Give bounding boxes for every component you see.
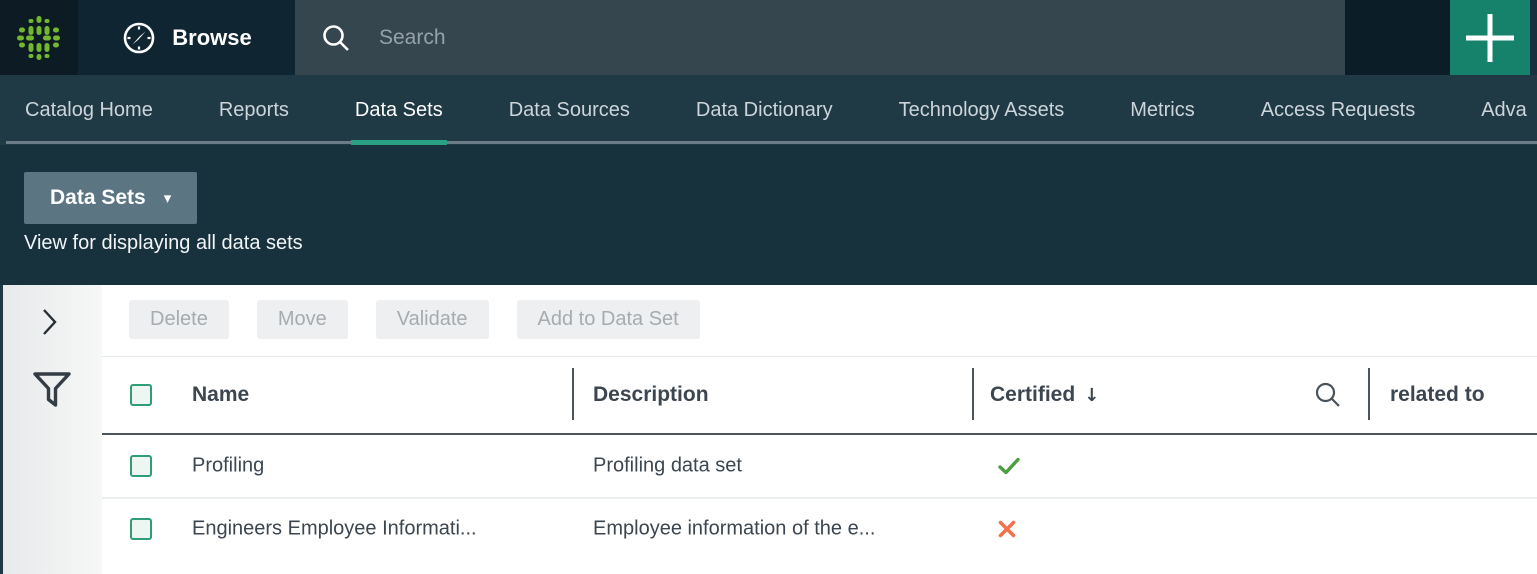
plus-icon xyxy=(1462,10,1518,66)
row-checkbox[interactable] xyxy=(130,518,152,540)
dataset-description: Employee information of the e... xyxy=(593,518,875,541)
bulk-actions-toolbar: Delete Move Validate Add to Data Set xyxy=(129,300,700,339)
delete-button[interactable]: Delete xyxy=(129,300,229,339)
content-area: Delete Move Validate Add to Data Set Nam… xyxy=(0,285,1537,574)
global-search-bar[interactable] xyxy=(295,0,1345,75)
view-selector-label: Data Sets xyxy=(50,186,146,210)
table-row[interactable]: Engineers Employee Informati... Employee… xyxy=(102,497,1537,559)
search-icon xyxy=(321,23,351,53)
column-divider xyxy=(972,368,974,420)
dataset-name[interactable]: Engineers Employee Informati... xyxy=(192,518,477,541)
add-button[interactable] xyxy=(1450,0,1530,75)
row-checkbox[interactable] xyxy=(130,455,152,477)
select-all-checkbox[interactable] xyxy=(130,384,152,406)
column-header-name[interactable]: Name xyxy=(192,383,249,407)
filter-icon xyxy=(32,371,72,409)
table-body: Profiling Profiling data set Engineers E… xyxy=(102,435,1537,559)
app-window: Browse Catalog Home Reports Data Sets Da… xyxy=(0,0,1537,574)
search-input[interactable] xyxy=(379,26,1239,50)
filter-sidebar xyxy=(0,285,102,574)
app-logo-icon xyxy=(15,14,63,62)
add-to-data-set-button[interactable]: Add to Data Set xyxy=(517,300,700,339)
nav-item-data-dictionary[interactable]: Data Dictionary xyxy=(696,75,833,145)
nav-item-reports[interactable]: Reports xyxy=(219,75,289,145)
sidebar-expand-button[interactable] xyxy=(40,307,60,337)
nav-item-data-sets[interactable]: Data Sets xyxy=(355,75,443,145)
nav-horizontal-scrollbar[interactable] xyxy=(6,141,1537,144)
column-header-certified[interactable]: Certified ↓ xyxy=(990,383,1099,407)
dataset-description: Profiling data set xyxy=(593,455,742,478)
sort-descending-icon: ↓ xyxy=(1084,385,1099,406)
data-sets-table-area: Delete Move Validate Add to Data Set Nam… xyxy=(102,285,1537,574)
top-bar: Browse xyxy=(0,0,1537,75)
nav-item-advanced[interactable]: Adva xyxy=(1481,75,1527,145)
view-header: Data Sets ▾ xyxy=(0,145,1537,285)
dataset-name[interactable]: Profiling xyxy=(192,455,264,478)
browse-menu-button[interactable]: Browse xyxy=(78,0,295,75)
column-header-description[interactable]: Description xyxy=(593,383,709,407)
search-icon xyxy=(1314,381,1342,409)
nav-item-technology-assets[interactable]: Technology Assets xyxy=(899,75,1065,145)
column-divider xyxy=(1368,368,1370,420)
compass-icon xyxy=(121,20,157,56)
view-description: View for displaying all data sets xyxy=(24,232,303,255)
chevron-right-icon xyxy=(41,307,59,337)
topbar-edge xyxy=(1530,0,1537,75)
nav-item-catalog-home[interactable]: Catalog Home xyxy=(25,75,153,145)
nav-item-access-requests[interactable]: Access Requests xyxy=(1261,75,1416,145)
table-header-row: Name Description Certified ↓ related to xyxy=(102,356,1537,435)
nav-item-data-sources[interactable]: Data Sources xyxy=(509,75,630,145)
view-selector-dropdown[interactable]: Data Sets ▾ xyxy=(24,172,197,224)
nav-item-metrics[interactable]: Metrics xyxy=(1130,75,1194,145)
column-search-button[interactable] xyxy=(1314,381,1342,409)
catalog-nav: Catalog Home Reports Data Sets Data Sour… xyxy=(0,75,1537,145)
move-button[interactable]: Move xyxy=(257,300,348,339)
topbar-spacer xyxy=(1345,0,1450,75)
certified-header-label: Certified xyxy=(990,383,1075,407)
filter-button[interactable] xyxy=(32,371,72,409)
caret-down-icon: ▾ xyxy=(164,189,172,207)
certified-check-icon xyxy=(998,457,1020,475)
table-row[interactable]: Profiling Profiling data set xyxy=(102,435,1537,497)
browse-label: Browse xyxy=(172,25,251,51)
app-logo[interactable] xyxy=(0,0,78,75)
validate-button[interactable]: Validate xyxy=(376,300,489,339)
certified-x-icon xyxy=(998,520,1016,538)
column-divider xyxy=(572,368,574,420)
column-header-related-to[interactable]: related to xyxy=(1390,383,1485,407)
